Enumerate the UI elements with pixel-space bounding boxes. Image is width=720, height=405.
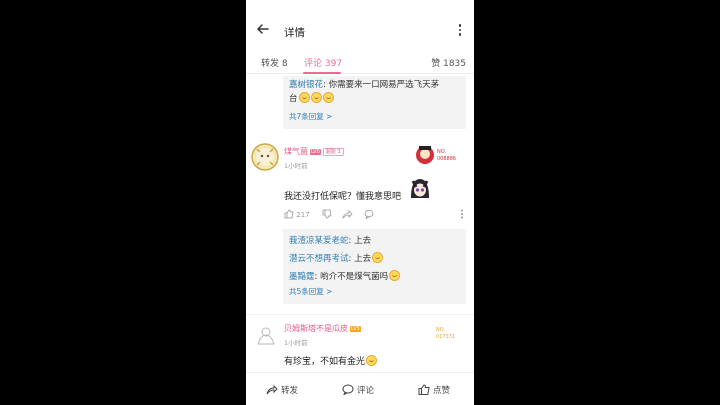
avatar[interactable] [254,324,278,348]
like-button[interactable]: 点赞 [418,384,450,396]
reply-text: : 上去 [348,236,372,246]
emoji-icon [310,92,322,103]
level-badge: LV5 [350,326,361,332]
emoji-icon [322,92,334,103]
comment-username[interactable]: 贝姆斯塔不是瓜皮 LV5 [284,323,361,334]
forward-arrow-icon [266,384,278,395]
reply-item-cont: 台 [289,92,460,106]
reply-item: 墨黯霆: 哟介不是煤气菌吗 [289,270,460,284]
reply-preview-box[interactable]: 莪渣凉某爱老蛇: 上去 潜云不想再考试: 上去 墨黯霆: 哟介不是煤气菌吗 共5… [283,229,466,304]
thumbs-down-icon [322,209,332,219]
more-replies-link[interactable]: 共7条回复 > [289,111,460,123]
emoji-icon [298,92,310,103]
avatar[interactable] [251,143,279,171]
tab-comments[interactable]: 评论 397 [304,56,342,69]
thumbs-up-icon [284,209,294,219]
level-badge: LV6 [310,149,321,155]
thumbs-up-icon [418,384,430,395]
reply-preview-box[interactable]: 嘉树银花: 你需要来一口网易严选飞天茅 台 共7条回复 > [283,76,466,129]
sticker-anime-girl-icon [408,176,432,200]
forward-button[interactable]: 转发 [266,384,298,396]
comment-bubble-icon [342,384,354,396]
reply-username[interactable]: 嘉树银花 [289,80,323,90]
comment-item: 贝姆斯塔不是瓜皮 LV5 1小时前 NO. 017331 有珍宝，不如有金光 [246,320,474,372]
emoji-icon [366,355,378,366]
svg-text:017331: 017331 [436,334,455,340]
more-options-icon[interactable] [458,24,462,38]
reply-item: 莪渣凉某爱老蛇: 上去 [289,235,460,248]
fan-medal-badge: 超能 3 [322,148,344,156]
comment-button[interactable]: 评论 [342,384,374,396]
comment-username[interactable]: 煤气菌 LV6 超能 3 [284,146,344,157]
page-title: 详情 [284,27,305,39]
comment-actions: 217 [284,209,466,221]
more-replies-link[interactable]: 共5条回复 > [289,286,460,298]
comment-text: 我还没打低保呢？懂我意思吧 [284,192,402,202]
like-button[interactable]: 217 [284,209,310,219]
comment-text: 有珍宝，不如有金光 [284,354,378,367]
comment-time: 1小时前 [284,339,308,347]
bottom-action-bar: 转发 评论 点赞 [246,372,474,405]
reply-username[interactable]: 墨黯霆 [289,272,315,282]
comment-time: 1小时前 [284,162,308,170]
emoji-icon [372,252,384,263]
top-bar: 详情 [246,0,474,46]
pendant-badge[interactable]: NO. 008886 [413,144,459,166]
reply-text: : 上去 [348,254,372,264]
reply-username[interactable]: 莪渣凉某爱老蛇 [289,236,349,246]
back-arrow-icon[interactable] [256,22,270,36]
reply-item: 潜云不想再考试: 上去 [289,252,460,266]
comment-more-icon[interactable] [460,209,464,219]
reply-button[interactable] [364,209,374,220]
divider [246,314,474,315]
reply-item: 嘉树银花: 你需要来一口网易严选飞天茅 [289,79,460,92]
reply-text: : 哟介不是煤气菌吗 [314,272,389,282]
phone-screen: 详情 转发 8 评论 397 赞 1835 嘉树银花: 你需要来一口网易严选飞天… [246,0,474,405]
share-arrow-icon [342,210,353,220]
reply-text-cont: 台 [289,94,298,104]
reply-username[interactable]: 潜云不想再考试 [289,254,349,264]
active-tab-indicator [303,72,341,74]
comment-bubble-icon [364,209,374,220]
tab-likes[interactable]: 赞 1835 [431,56,466,69]
svg-text:NO.: NO. [436,327,445,333]
tab-forward[interactable]: 转发 8 [261,56,288,69]
emoji-icon [389,270,401,281]
detail-tabs: 转发 8 评论 397 赞 1835 [246,50,474,74]
pendant-badge[interactable]: NO. 017331 [434,324,464,346]
dislike-button[interactable] [322,209,332,219]
svg-text:008886: 008886 [437,156,456,162]
svg-text:NO.: NO. [437,149,446,155]
reply-text: : 你需要来一口网易严选飞天茅 [323,80,440,90]
share-button[interactable] [342,209,353,220]
